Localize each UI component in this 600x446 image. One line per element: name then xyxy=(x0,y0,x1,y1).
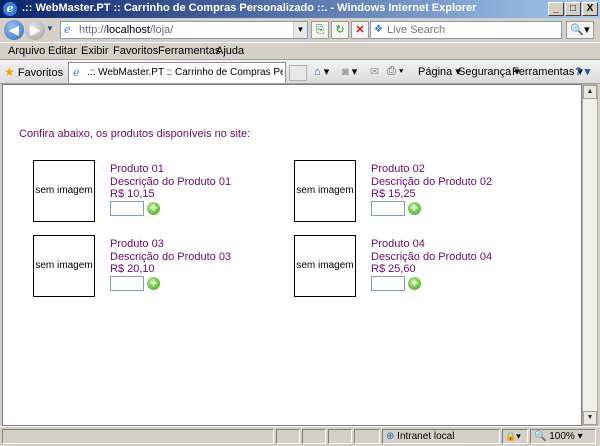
tab-toolbar: ★ Favoritos e .:: WebMaster.PT :: Carrin… xyxy=(0,60,600,84)
history-dropdown-icon[interactable]: ▼ xyxy=(46,24,56,34)
tools-menu-button[interactable]: Ferramentas ▾ xyxy=(512,65,583,78)
menu-item-favoritos[interactable]: Favoritos xyxy=(113,45,158,57)
quantity-input[interactable] xyxy=(110,201,144,216)
product-card: sem imagem Produto 04 Descrição do Produ… xyxy=(294,235,554,299)
compatibility-icon[interactable]: ⎘ xyxy=(311,21,329,39)
refresh-icon[interactable]: ↻ xyxy=(331,21,349,39)
tab-page-icon: e xyxy=(73,66,80,79)
add-to-cart-icon[interactable]: + xyxy=(147,277,160,290)
scroll-down-icon[interactable]: ▼ xyxy=(583,411,597,425)
product-name: Produto 04 xyxy=(371,238,425,250)
product-image-placeholder: sem imagem xyxy=(33,235,95,297)
product-name: Produto 01 xyxy=(110,163,164,175)
product-card: sem imagem Produto 01 Descrição do Produ… xyxy=(33,160,293,224)
search-input[interactable] xyxy=(387,23,557,37)
vertical-scrollbar[interactable]: ▲ ▼ xyxy=(582,84,598,426)
product-name: Produto 03 xyxy=(110,238,164,250)
menu-item-exibir[interactable]: Exibir xyxy=(81,45,109,57)
maximize-button[interactable]: □ xyxy=(565,2,581,16)
zoom-icon: 🔍 xyxy=(534,431,547,442)
product-price: R$ 10,15 xyxy=(110,188,155,200)
product-description: Descrição do Produto 02 xyxy=(371,176,493,188)
menu-bar: Arquivo Editar Exibir Favoritos Ferramen… xyxy=(0,42,600,60)
back-button[interactable]: ◀ xyxy=(4,20,24,40)
quantity-input[interactable] xyxy=(371,276,405,291)
new-tab-button[interactable] xyxy=(289,65,307,81)
window-title: .:: WebMaster.PT :: Carrinho de Compras … xyxy=(22,2,477,14)
product-name: Produto 02 xyxy=(371,163,425,175)
home-icon[interactable]: ⌂ ▾ xyxy=(314,65,329,78)
status-segment xyxy=(302,429,326,444)
address-field[interactable]: e http://localhost/loja/ ▼ xyxy=(60,21,308,39)
status-text-segment xyxy=(2,429,274,444)
feeds-icon[interactable]: ◙ ▾ xyxy=(342,65,357,78)
add-to-cart-icon[interactable]: + xyxy=(408,277,421,290)
page-menu-button[interactable]: Página ▾ xyxy=(418,65,461,78)
minimize-button[interactable]: _ xyxy=(548,2,564,16)
product-image-placeholder: sem imagem xyxy=(294,235,356,297)
page-content: Confira abaixo, os produtos disponíveis … xyxy=(2,84,582,426)
close-window-button[interactable]: X xyxy=(582,2,598,16)
protected-mode-icon[interactable]: 🔒▾ xyxy=(502,429,528,444)
product-price: R$ 15,25 xyxy=(371,188,416,200)
search-box[interactable]: ❖ xyxy=(370,21,562,39)
address-dropdown-icon[interactable]: ▼ xyxy=(293,22,307,38)
favorites-star-icon: ★ xyxy=(4,65,15,79)
menu-item-ajuda[interactable]: Ajuda xyxy=(216,45,244,57)
search-button[interactable]: 🔍▾ xyxy=(566,21,594,39)
status-segment xyxy=(328,429,352,444)
address-row: ◀ ▶ ▼ e http://localhost/loja/ ▼ ⎘ ↻ ✕ ❖… xyxy=(0,18,600,42)
menu-item-editar[interactable]: Editar xyxy=(48,45,77,57)
product-description: Descrição do Produto 01 xyxy=(110,176,232,188)
security-menu-button[interactable]: Segurança ▾ xyxy=(458,65,520,78)
product-card: sem imagem Produto 03 Descrição do Produ… xyxy=(33,235,293,299)
quantity-input[interactable] xyxy=(110,276,144,291)
scroll-up-icon[interactable]: ▲ xyxy=(583,85,597,99)
stop-icon[interactable]: ✕ xyxy=(351,21,369,39)
product-price: R$ 20,10 xyxy=(110,263,155,275)
product-description: Descrição do Produto 04 xyxy=(371,251,493,263)
product-card: sem imagem Produto 02 Descrição do Produ… xyxy=(294,160,554,224)
product-image-placeholder: sem imagem xyxy=(33,160,95,222)
status-segment xyxy=(354,429,380,444)
security-zone[interactable]: ⊕ Intranet local xyxy=(382,429,500,444)
status-bar: ⊕ Intranet local 🔒▾ 🔍 100% ▾ xyxy=(0,426,600,446)
address-url[interactable]: http://localhost/loja/ xyxy=(79,24,173,36)
mail-icon[interactable]: ✉ xyxy=(370,65,379,78)
page-icon: e xyxy=(64,23,71,36)
product-price: R$ 25,60 xyxy=(371,263,416,275)
add-to-cart-icon[interactable]: + xyxy=(408,202,421,215)
forward-button[interactable]: ▶ xyxy=(25,20,45,40)
menu-item-ferramentas[interactable]: Ferramentas xyxy=(158,45,220,57)
add-to-cart-icon[interactable]: + xyxy=(147,202,160,215)
zoom-level[interactable]: 🔍 100% ▾ xyxy=(530,429,596,444)
globe-icon: ⊕ xyxy=(386,431,395,442)
help-icon[interactable]: ? ▾ xyxy=(575,65,590,78)
print-icon[interactable]: ⎙ ▾ xyxy=(387,65,404,78)
quantity-input[interactable] xyxy=(371,201,405,216)
product-image-placeholder: sem imagem xyxy=(294,160,356,222)
live-search-icon: ❖ xyxy=(374,24,383,35)
favorites-button[interactable]: ★ Favoritos xyxy=(4,65,63,79)
browser-tab[interactable]: e .:: WebMaster.PT :: Carrinho de Compra… xyxy=(68,62,286,83)
intro-text: Confira abaixo, os produtos disponíveis … xyxy=(19,128,251,140)
window-titlebar: e .:: WebMaster.PT :: Carrinho de Compra… xyxy=(0,0,600,18)
ie-logo-icon: e xyxy=(3,2,17,16)
tab-title: .:: WebMaster.PT :: Carrinho de Compras … xyxy=(87,67,283,78)
product-description: Descrição do Produto 03 xyxy=(110,251,232,263)
menu-item-arquivo[interactable]: Arquivo xyxy=(8,45,45,57)
status-segment xyxy=(276,429,300,444)
